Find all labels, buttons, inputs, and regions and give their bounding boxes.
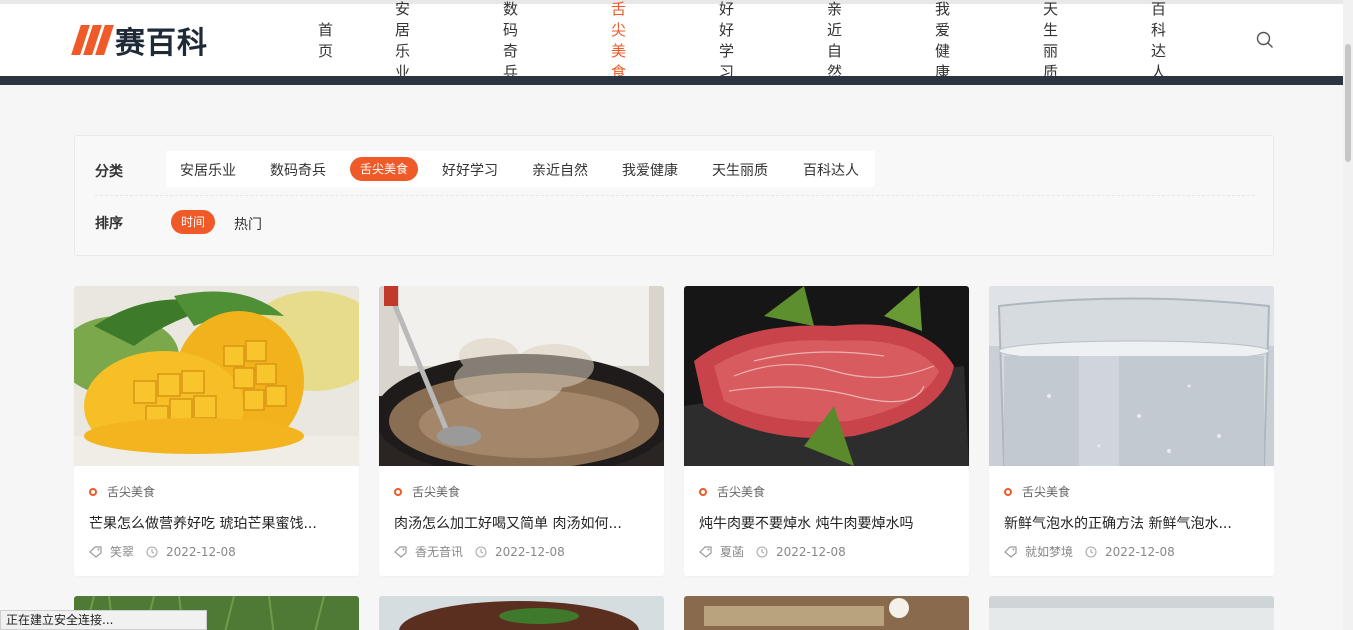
page-scrollbar[interactable] (1343, 0, 1353, 630)
logo-mark-icon (71, 25, 114, 55)
card-date: 2022-12-08 (1105, 544, 1175, 559)
sort-label: 排序 (95, 216, 123, 232)
site-logo[interactable]: 赛百科 (71, 21, 208, 61)
category-food-selected[interactable]: 舌尖美食 (350, 157, 418, 181)
article-card-partial[interactable] (379, 596, 664, 630)
card-title[interactable]: 肉汤怎么加工好喝又简单 肉汤如何... (394, 513, 652, 533)
article-card[interactable]: 舌尖美食 新鲜气泡水的正确方法 新鲜气泡水... 就如梦境 2022-12-08 (989, 286, 1274, 576)
clock-icon (475, 545, 487, 558)
clock-icon (756, 545, 768, 558)
category-label: 分类 (95, 164, 123, 180)
card-title[interactable]: 芒果怎么做营养好吃 琥珀芒果蜜饯... (89, 513, 347, 533)
card-image-mango[interactable] (74, 286, 359, 466)
sort-popular[interactable]: 热门 (234, 214, 262, 234)
article-card[interactable]: 舌尖美食 炖牛肉要不要焯水 炖牛肉要焯水吗 夏菡 2022-12-08 (684, 286, 969, 576)
card-meta: 夏菡 2022-12-08 (699, 543, 846, 560)
category-list: 安居乐业 数码奇兵 舌尖美食 好好学习 亲近自然 我爱健康 天生丽质 百科达人 (166, 151, 875, 187)
tag-icon (1004, 545, 1017, 558)
card-category[interactable]: 舌尖美食 (699, 483, 765, 500)
browser-status-bar: 正在建立安全连接... (0, 610, 207, 630)
card-author[interactable]: 夏菡 (720, 543, 744, 560)
card-image-sparkling-water[interactable] (989, 286, 1274, 466)
category-study[interactable]: 好好学习 (442, 160, 498, 180)
tag-icon (89, 545, 102, 558)
article-card[interactable]: 舌尖美食 肉汤怎么加工好喝又简单 肉汤如何... 香无音讯 2022-12-08 (379, 286, 664, 576)
logo-text: 赛百科 (115, 26, 208, 61)
scrollbar-thumb[interactable] (1345, 44, 1351, 162)
category-home-life[interactable]: 安居乐业 (180, 160, 236, 180)
category-dot-icon (699, 487, 707, 496)
clock-icon (146, 545, 158, 558)
card-category[interactable]: 舌尖美食 (394, 483, 460, 500)
nav-item-health[interactable]: 我爱健康 (935, 0, 950, 82)
search-icon[interactable] (1256, 31, 1274, 49)
nav-item-study[interactable]: 好好学习 (719, 0, 734, 82)
filter-divider (95, 195, 1255, 196)
card-image-beef[interactable] (684, 286, 969, 466)
card-title[interactable]: 炖牛肉要不要焯水 炖牛肉要焯水吗 (699, 513, 957, 533)
tag-icon (699, 545, 712, 558)
article-card-partial[interactable] (989, 596, 1274, 630)
card-meta: 香无音讯 2022-12-08 (394, 543, 565, 560)
category-beauty[interactable]: 天生丽质 (712, 160, 768, 180)
nav-item-digital[interactable]: 数码奇兵 (503, 0, 518, 82)
card-category[interactable]: 舌尖美食 (1004, 483, 1070, 500)
header-dark-bar (0, 76, 1353, 85)
card-date: 2022-12-08 (166, 544, 236, 559)
card-category[interactable]: 舌尖美食 (89, 483, 155, 500)
card-date: 2022-12-08 (495, 544, 565, 559)
tag-icon (394, 545, 407, 558)
category-dot-icon (394, 487, 402, 496)
card-title[interactable]: 新鲜气泡水的正确方法 新鲜气泡水... (1004, 513, 1262, 533)
card-image-soup[interactable] (379, 286, 664, 466)
article-card-partial[interactable] (684, 596, 969, 630)
card-author[interactable]: 香无音讯 (415, 543, 463, 560)
card-date: 2022-12-08 (776, 544, 846, 559)
clock-icon (1085, 545, 1097, 558)
category-health[interactable]: 我爱健康 (622, 160, 678, 180)
filter-panel: 分类 安居乐业 数码奇兵 舌尖美食 好好学习 亲近自然 我爱健康 天生丽质 百科… (74, 135, 1274, 256)
nav-item-home-life[interactable]: 安居乐业 (395, 0, 410, 82)
nav-item-beauty[interactable]: 天生丽质 (1043, 0, 1058, 82)
sort-time-selected[interactable]: 时间 (171, 210, 215, 234)
category-expert[interactable]: 百科达人 (803, 160, 859, 180)
nav-item-expert[interactable]: 百科达人 (1151, 0, 1166, 82)
card-author[interactable]: 就如梦境 (1025, 543, 1073, 560)
nav-item-nature[interactable]: 亲近自然 (827, 0, 842, 82)
category-dot-icon (89, 487, 97, 496)
article-card[interactable]: 舌尖美食 芒果怎么做营养好吃 琥珀芒果蜜饯... 笑翠 2022-12-08 (74, 286, 359, 576)
category-digital[interactable]: 数码奇兵 (270, 160, 326, 180)
nav-item-home[interactable]: 首页 (318, 19, 333, 61)
card-meta: 就如梦境 2022-12-08 (1004, 543, 1175, 560)
card-author[interactable]: 笑翠 (110, 543, 134, 560)
category-dot-icon (1004, 487, 1012, 496)
card-meta: 笑翠 2022-12-08 (89, 543, 236, 560)
nav-item-food[interactable]: 舌尖美食 (611, 0, 626, 82)
category-nature[interactable]: 亲近自然 (532, 160, 588, 180)
